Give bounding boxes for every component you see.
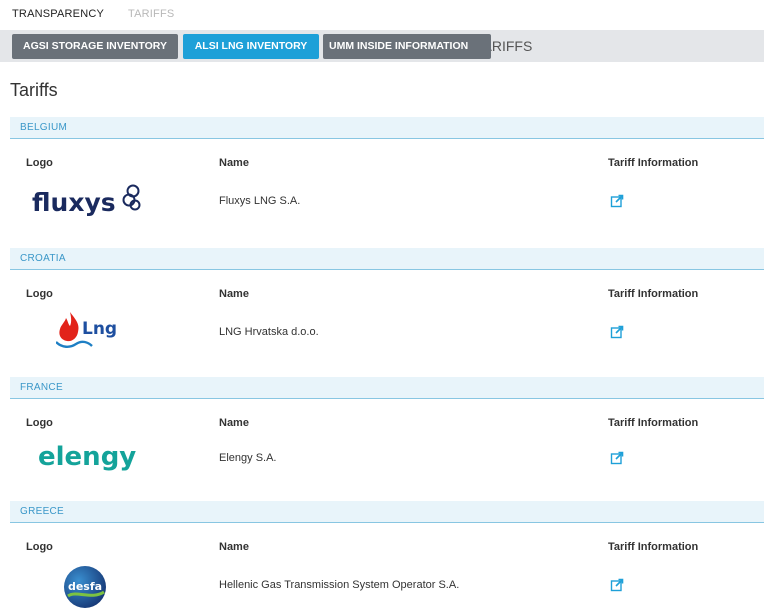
section-header-greece: GREECE bbox=[10, 501, 764, 523]
elengy-logo: elengy bbox=[38, 437, 148, 482]
svg-text:Lng: Lng bbox=[82, 319, 117, 339]
external-link-icon[interactable] bbox=[610, 325, 624, 339]
section-header-france: FRANCE bbox=[10, 377, 764, 399]
section-header-belgium: BELGIUM bbox=[10, 117, 764, 139]
svg-text:elengy: elengy bbox=[38, 442, 136, 472]
top-navigation: TRANSPARENCY TARIFFS bbox=[0, 0, 764, 30]
column-header-tariff: Tariff Information bbox=[608, 157, 699, 169]
column-header-name: Name bbox=[219, 417, 249, 429]
page-title: Tariffs bbox=[10, 80, 58, 100]
column-header-tariff: Tariff Information bbox=[608, 417, 699, 429]
external-link-icon[interactable] bbox=[610, 194, 624, 208]
column-header-logo: Logo bbox=[26, 288, 53, 300]
column-header-logo: Logo bbox=[26, 157, 53, 169]
desfa-logo: desfa bbox=[62, 564, 110, 615]
fluxys-logo: fluxys bbox=[32, 179, 152, 224]
svg-text:desfa: desfa bbox=[68, 580, 102, 593]
column-header-name: Name bbox=[219, 288, 249, 300]
section-croatia: CROATIA Logo Name Tariff Information Lng… bbox=[10, 248, 764, 376]
operator-name: LNG Hrvatska d.o.o. bbox=[219, 326, 319, 338]
column-header-name: Name bbox=[219, 157, 249, 169]
sub-navigation: AGSI STORAGE INVENTORY ALSI LNG INVENTOR… bbox=[0, 30, 764, 62]
svg-text:fluxys: fluxys bbox=[32, 188, 116, 217]
tab-transparency[interactable]: TRANSPARENCY bbox=[12, 8, 104, 20]
column-header-logo: Logo bbox=[26, 541, 53, 553]
column-header-name: Name bbox=[219, 541, 249, 553]
agsi-storage-inventory-button[interactable]: AGSI STORAGE INVENTORY bbox=[12, 34, 178, 59]
section-france: FRANCE Logo Name Tariff Information elen… bbox=[10, 377, 764, 501]
tab-tariffs[interactable]: TARIFFS bbox=[128, 8, 174, 20]
section-greece: GREECE Logo Name Tariff Information desf… bbox=[10, 501, 764, 610]
section-belgium: BELGIUM Logo Name Tariff Information flu… bbox=[10, 117, 764, 245]
external-link-icon[interactable] bbox=[610, 451, 624, 465]
alsi-lng-inventory-button[interactable]: ALSI LNG INVENTORY bbox=[183, 34, 319, 59]
umm-inside-information-button[interactable]: UMM INSIDE INFORMATION bbox=[323, 34, 491, 59]
column-header-logo: Logo bbox=[26, 417, 53, 429]
lng-hrvatska-logo: Lng bbox=[55, 308, 136, 357]
operator-name: Hellenic Gas Transmission System Operato… bbox=[219, 579, 460, 591]
column-header-tariff: Tariff Information bbox=[608, 288, 699, 300]
operator-name: Elengy S.A. bbox=[219, 452, 277, 464]
column-header-tariff: Tariff Information bbox=[608, 541, 699, 553]
operator-name: Fluxys LNG S.A. bbox=[219, 195, 301, 207]
external-link-icon[interactable] bbox=[610, 578, 624, 592]
section-header-croatia: CROATIA bbox=[10, 248, 764, 270]
